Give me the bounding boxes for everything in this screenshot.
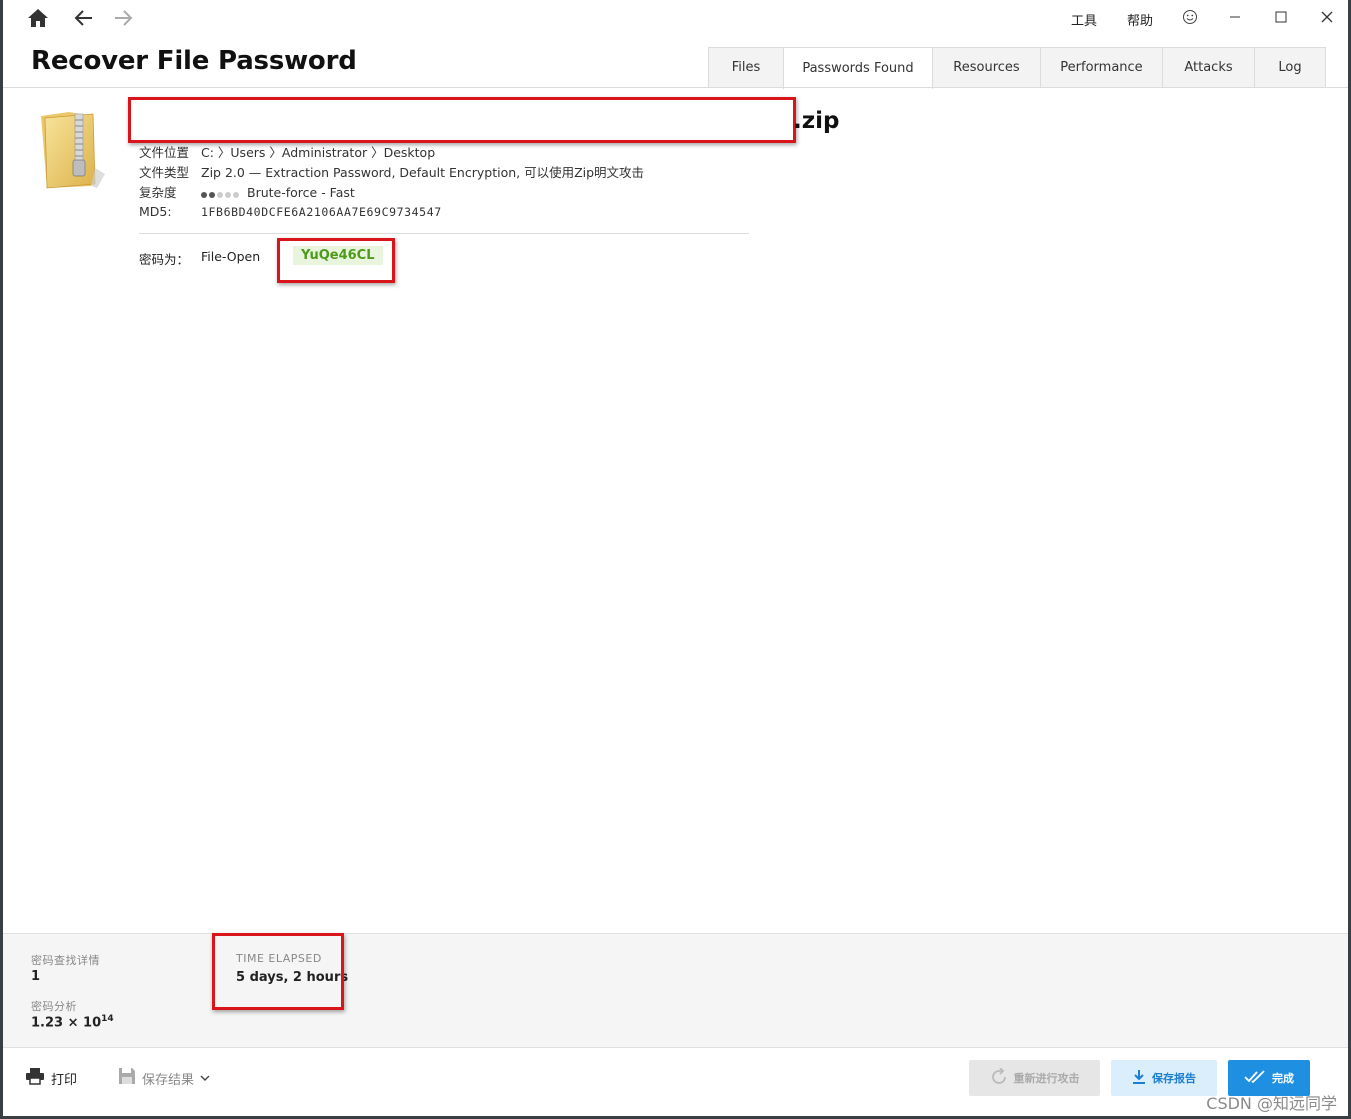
page-title: Recover File Password [31, 46, 357, 76]
forward-arrow-icon[interactable] [110, 6, 136, 30]
file-type-row: 文件类型 Zip 2.0 — Extraction Password, Defau… [139, 162, 644, 181]
chevron-down-icon [200, 1071, 210, 1086]
md5-value: 1FB6BD40DCFE6A2106AA7E69C9734547 [201, 205, 442, 219]
refresh-icon [990, 1066, 1008, 1089]
done-label: 完成 [1272, 1072, 1294, 1085]
double-check-icon [1244, 1069, 1266, 1087]
minimize-icon[interactable] [1220, 4, 1250, 30]
back-arrow-icon[interactable] [71, 6, 97, 30]
passwords-analyzed-label: 密码分析 [31, 1000, 77, 1013]
print-button[interactable]: 打印 [25, 1067, 77, 1089]
close-icon[interactable] [1312, 4, 1342, 30]
analyzed-exponent: 14 [101, 1014, 114, 1024]
file-location-value: C: 〉Users 〉Administrator 〉Desktop [201, 145, 436, 160]
tab-performance[interactable]: Performance [1040, 47, 1163, 87]
passwords-found-value: 1 [31, 969, 41, 984]
time-elapsed-highlight-box [212, 933, 344, 1010]
tab-resources[interactable]: Resources [932, 47, 1041, 87]
tab-attacks[interactable]: Attacks [1162, 47, 1255, 87]
tab-log[interactable]: Log [1254, 47, 1326, 87]
app-window: 工具 帮助 Recover File Password Files Passwo… [3, 0, 1348, 1116]
file-type-label: 文件类型 [139, 165, 190, 180]
redacted-filename-box [128, 97, 796, 143]
password-label: 密码为： [139, 252, 190, 267]
complexity-row: 复杂度 Brute-force - Fast [139, 182, 355, 201]
stats-panel: 密码查找详情 1 密码分析 1.23 × 1014 TIME ELAPSED 5… [3, 933, 1348, 1048]
title-bar: 工具 帮助 [3, 0, 1348, 36]
complexity-value: Brute-force - Fast [247, 185, 355, 200]
complexity-label: 复杂度 [139, 185, 177, 200]
header-divider [3, 87, 1348, 88]
rerun-attack-button[interactable]: 重新进行攻击 [969, 1060, 1100, 1096]
tab-bar: Files Passwords Found Resources Performa… [708, 47, 1326, 89]
smiley-feedback-icon[interactable] [1175, 4, 1205, 30]
zip-folder-icon [39, 108, 119, 190]
file-type-value: Zip 2.0 — Extraction Password, Default E… [201, 165, 645, 180]
password-type: File-Open [201, 249, 261, 264]
download-icon [1132, 1069, 1146, 1088]
menu-help[interactable]: 帮助 [1127, 10, 1153, 29]
md5-label: MD5: [139, 204, 172, 219]
passwords-found-label: 密码查找详情 [31, 954, 100, 967]
password-highlight-box [277, 238, 395, 283]
save-report-button[interactable]: 保存报告 [1111, 1060, 1217, 1096]
section-divider [139, 233, 749, 234]
maximize-icon[interactable] [1266, 4, 1296, 30]
csdn-watermark: CSDN @知远同学 [1206, 1094, 1337, 1113]
passwords-analyzed-value: 1.23 × 1014 [31, 1014, 114, 1030]
printer-icon [25, 1067, 45, 1089]
analyzed-base: 1.23 × 10 [31, 1015, 102, 1031]
home-icon[interactable] [25, 6, 51, 30]
file-extension: .zip [793, 108, 840, 134]
tab-passwords-found[interactable]: Passwords Found [783, 47, 933, 89]
print-label: 打印 [51, 1072, 78, 1088]
file-location-label: 文件位置 [139, 145, 190, 160]
rerun-attack-label: 重新进行攻击 [1013, 1072, 1080, 1085]
save-results-label: 保存结果 [142, 1072, 195, 1088]
save-report-label: 保存报告 [1152, 1072, 1196, 1085]
menu-tools[interactable]: 工具 [1071, 10, 1097, 29]
save-results-button[interactable]: 保存结果 [118, 1067, 210, 1089]
md5-row: MD5: 1FB6BD40DCFE6A2106AA7E69C9734547 [139, 204, 442, 219]
tab-files[interactable]: Files [708, 47, 784, 87]
file-location-row: 文件位置 C: 〉Users 〉Administrator 〉Desktop [139, 142, 435, 161]
complexity-dots [201, 186, 241, 201]
save-disk-icon [118, 1067, 136, 1089]
